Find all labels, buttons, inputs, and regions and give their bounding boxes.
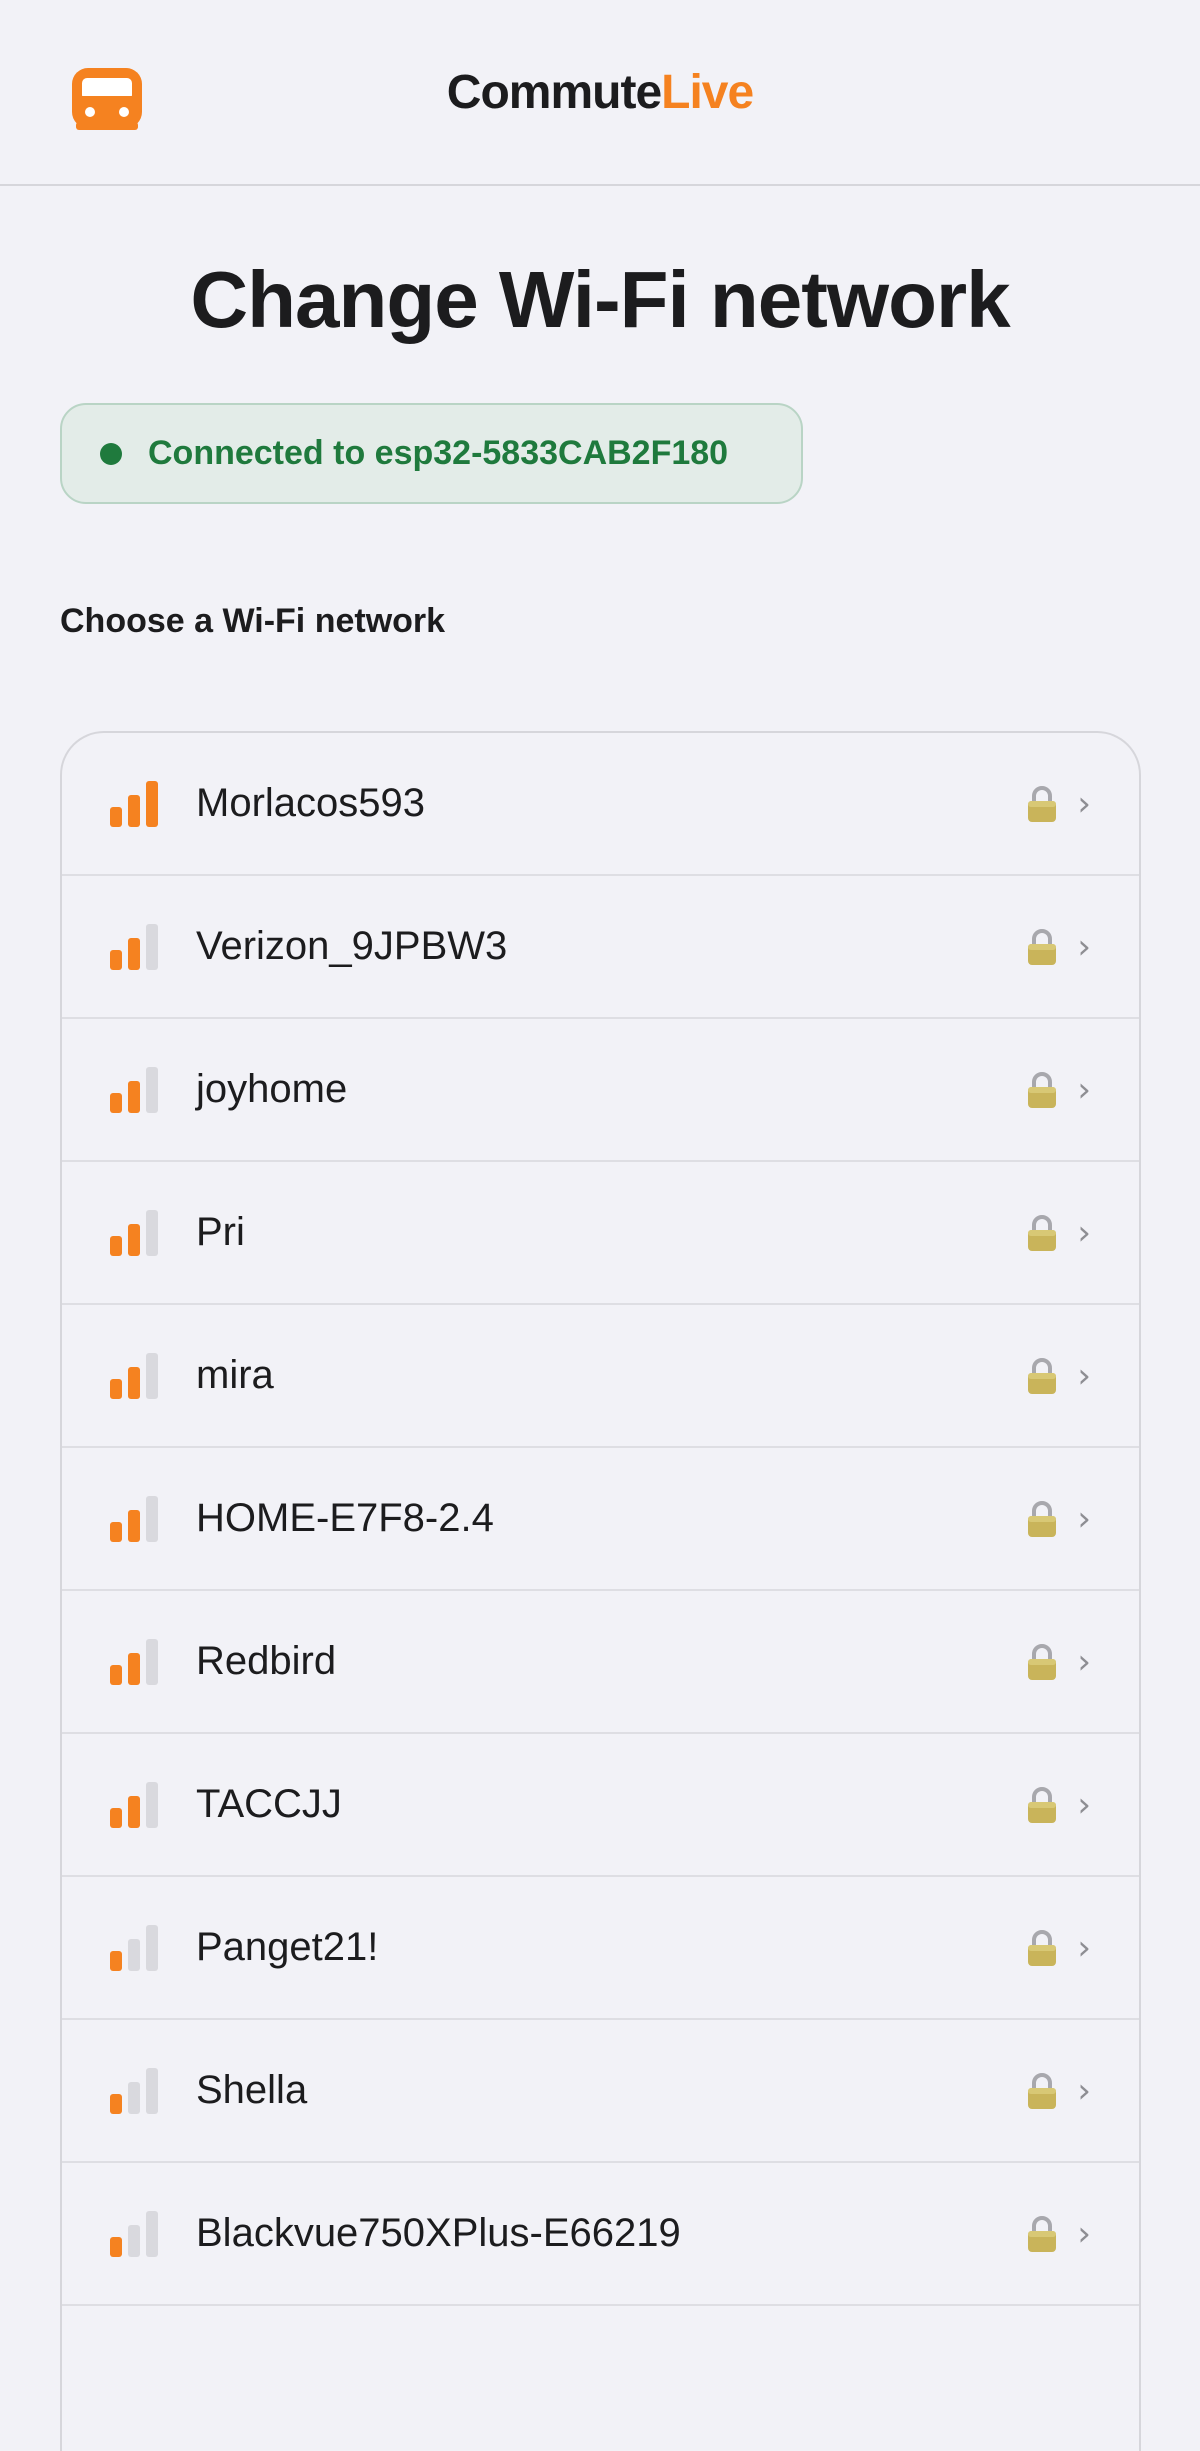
network-row[interactable]: Panget21! › xyxy=(62,1877,1139,2020)
network-row[interactable]: Verizon_9JPBW3 › xyxy=(62,876,1139,1019)
connection-status-badge: Connected to esp32-5833CAB2F180 xyxy=(60,403,803,504)
lock-icon xyxy=(1028,2072,1056,2109)
network-name: Shella xyxy=(196,2068,308,2112)
wifi-signal-icon xyxy=(110,1924,158,1971)
brand-name-primary: Commute xyxy=(446,65,662,119)
network-row[interactable]: Pri › xyxy=(62,1162,1139,1305)
network-name: mira xyxy=(196,1353,274,1397)
network-row[interactable]: Morlacos593 › xyxy=(62,733,1139,876)
network-name: Pri xyxy=(196,1210,245,1254)
chevron-right-icon: › xyxy=(1077,926,1091,967)
network-name: Blackvue750XPlus-E66219 xyxy=(196,2211,681,2255)
brand-name-accent: Live xyxy=(661,65,754,119)
wifi-signal-icon xyxy=(110,1781,158,1828)
network-row[interactable]: mira › xyxy=(62,1305,1139,1448)
lock-icon xyxy=(1028,1786,1056,1823)
network-list: Morlacos593 › Verizon_9JPBW3 › joyhome › Pri › m… xyxy=(60,731,1141,2451)
network-name: TACCJJ xyxy=(196,1782,342,1826)
lock-icon xyxy=(1028,1500,1056,1537)
status-dot-icon xyxy=(100,442,122,465)
network-row[interactable]: joyhome › xyxy=(62,1019,1139,1162)
network-name: Verizon_9JPBW3 xyxy=(196,924,508,968)
network-row[interactable]: TACCJJ › xyxy=(62,1734,1139,1877)
wifi-signal-icon xyxy=(110,923,158,970)
network-row[interactable]: Redbird › xyxy=(62,1591,1139,1734)
chevron-right-icon: › xyxy=(1077,783,1091,824)
lock-icon xyxy=(1028,1071,1056,1108)
wifi-signal-icon xyxy=(110,1352,158,1399)
chevron-right-icon: › xyxy=(1077,1641,1091,1682)
lock-icon xyxy=(1028,785,1056,822)
connection-status-text: Connected to esp32-5833CAB2F180 xyxy=(148,434,729,472)
wifi-signal-icon xyxy=(110,1209,158,1256)
chevron-right-icon: › xyxy=(1077,1498,1091,1539)
network-name: Morlacos593 xyxy=(196,781,426,825)
chevron-right-icon: › xyxy=(1077,1927,1091,1968)
chevron-right-icon: › xyxy=(1077,1069,1091,1110)
network-name: Redbird xyxy=(196,1639,337,1683)
chevron-right-icon: › xyxy=(1077,1212,1091,1253)
network-name: Panget21! xyxy=(196,1925,379,1969)
network-row[interactable]: Shella › xyxy=(62,2020,1139,2163)
wifi-signal-icon xyxy=(110,780,158,827)
wifi-signal-icon xyxy=(110,1066,158,1113)
brand-logo: CommuteLive xyxy=(446,65,754,120)
lock-icon xyxy=(1028,1929,1056,1966)
chevron-right-icon: › xyxy=(1077,2070,1091,2111)
app-header: CommuteLive xyxy=(0,0,1200,186)
network-name: HOME-E7F8-2.4 xyxy=(196,1496,494,1540)
chevron-right-icon: › xyxy=(1077,1784,1091,1825)
bus-icon[interactable] xyxy=(70,66,144,132)
network-row[interactable]: Blackvue750XPlus-E66219 › xyxy=(62,2163,1139,2306)
wifi-signal-icon xyxy=(110,1638,158,1685)
network-name: joyhome xyxy=(196,1067,348,1111)
wifi-signal-icon xyxy=(110,1495,158,1542)
lock-icon xyxy=(1028,928,1056,965)
section-label: Choose a Wi-Fi network xyxy=(60,602,446,640)
lock-icon xyxy=(1028,1214,1056,1251)
lock-icon xyxy=(1028,1643,1056,1680)
chevron-right-icon: › xyxy=(1077,2213,1091,2254)
wifi-signal-icon xyxy=(110,2210,158,2257)
wifi-signal-icon xyxy=(110,2067,158,2114)
lock-icon xyxy=(1028,1357,1056,1394)
chevron-right-icon: › xyxy=(1077,1355,1091,1396)
page-title: Change Wi-Fi network xyxy=(190,255,1010,344)
network-row[interactable]: HOME-E7F8-2.4 › xyxy=(62,1448,1139,1591)
lock-icon xyxy=(1028,2215,1056,2252)
